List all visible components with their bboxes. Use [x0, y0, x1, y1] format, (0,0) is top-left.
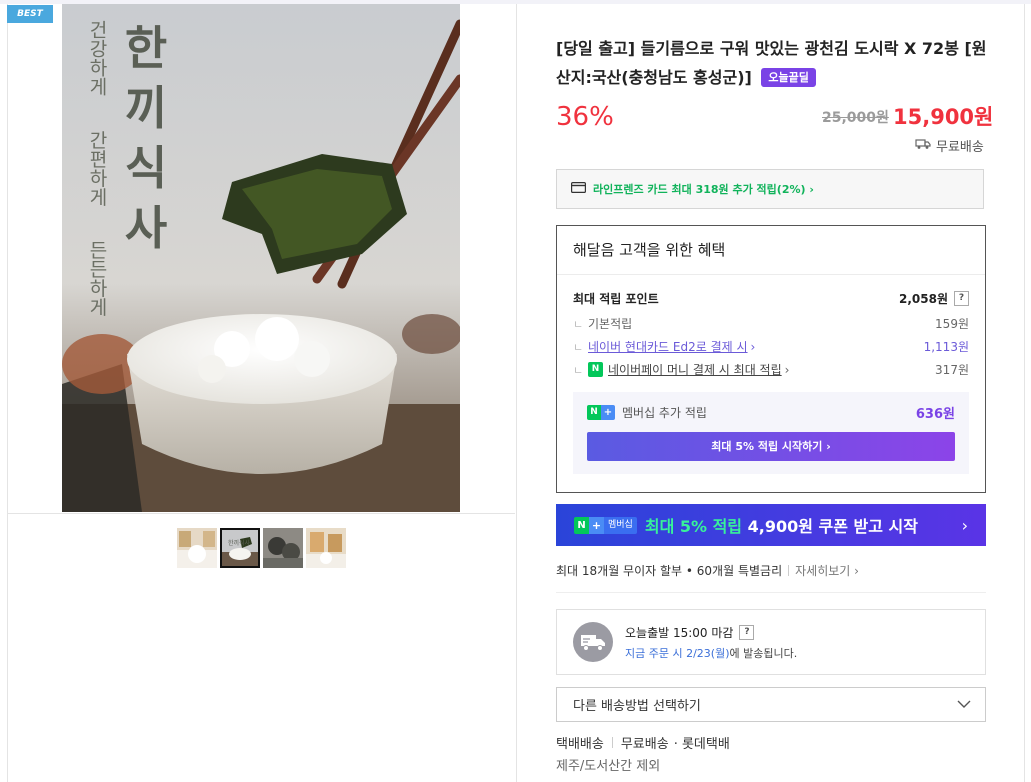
delivery-box: 오늘출발 15:00 마감 ? 지금 주문 시 2/23(월)에 발송됩니다. — [556, 609, 986, 675]
max-points-label: 최대 적립 포인트 — [573, 292, 659, 306]
thumb-2[interactable]: 한끼식사 — [220, 528, 260, 568]
card-promo-text: 라인프렌즈 카드 최대 318원 추가 적립(2%) › — [593, 183, 814, 196]
image-title-char: 식 — [124, 141, 168, 195]
image-sub-text: 간편하게 — [86, 130, 108, 207]
coupon-highlight: 최대 5% 적립 — [644, 517, 743, 536]
membership-box: N + 멤버십 추가 적립 636원 최대 5% 적립 시작하기 › — [573, 392, 969, 474]
card-points-value: 1,113원 — [923, 340, 969, 354]
sub-item-prefix: ㄴ — [573, 317, 584, 331]
benefit-panel: 해달음 고객을 위한 혜택 최대 적립 포인트 2,058원 ? ㄴ 기본적립 … — [556, 225, 986, 493]
membership-row: N + 멤버십 추가 적립 636원 — [587, 402, 955, 422]
gallery-divider — [7, 513, 515, 514]
shipping-fee-text: 무료배송 — [936, 140, 984, 155]
coupon-main: 4,900원 쿠폰 받고 시작 — [747, 517, 918, 536]
thumb-1[interactable] — [177, 528, 217, 568]
delivery-date: 지금 주문 시 2/23(월)에 발송됩니다. — [625, 645, 797, 661]
card-points-row: ㄴ 네이버 현대카드 Ed2로 결제 시 › 1,113원 — [573, 338, 969, 355]
basic-points-value: 159원 — [935, 317, 969, 331]
product-main-image[interactable]: 한 끼 식 사 건강하게 간편하게 든든하게 — [62, 4, 460, 512]
truck-icon — [915, 138, 931, 154]
coupon-tag-plus: + — [589, 516, 604, 534]
installment-more-link[interactable]: 자세히보기 › — [795, 562, 859, 579]
npay-points-value: 317원 — [935, 363, 969, 377]
basic-points-row: ㄴ 기본적립 159원 — [573, 315, 969, 332]
delivery-truck-icon — [573, 622, 613, 662]
shipping-method-label: 다른 배송방법 선택하기 — [573, 699, 701, 714]
thumb-3[interactable] — [263, 528, 303, 568]
hyundai-card-link[interactable]: 네이버 현대카드 Ed2로 결제 시 — [588, 338, 748, 355]
coupon-tag-member: 멤버십 — [604, 516, 637, 534]
shipping-carrier: · 롯데택배 — [673, 737, 730, 752]
naver-plus-plus: + — [601, 404, 615, 420]
image-sub-text: 건강하게 — [86, 20, 108, 96]
membership-start-button[interactable]: 최대 5% 적립 시작하기 › — [587, 432, 955, 461]
help-icon[interactable]: ? — [954, 291, 969, 306]
credit-card-icon — [571, 182, 587, 196]
coupon-tag-n: N — [574, 516, 589, 534]
membership-value: 636원 — [915, 406, 955, 422]
divider — [611, 737, 613, 748]
sale-price: 15,900원 — [893, 105, 994, 129]
best-badge: BEST — [7, 5, 53, 23]
installment-text: 최대 18개월 무이자 할부 • 60개월 특별금리 — [556, 564, 783, 578]
original-price: 25,000원 — [822, 110, 889, 126]
coupon-banner[interactable]: N + 멤버십 최대 5% 적립 4,900원 쿠폰 받고 시작 › — [556, 504, 986, 546]
shipping-fee-info: 무료배송 — [620, 737, 669, 752]
shipping-method: 택배배송 — [556, 737, 604, 752]
divider — [556, 592, 986, 593]
chevron-down-icon — [957, 697, 971, 712]
shipping-fee: 무료배송 — [915, 136, 984, 155]
naver-plus-icon: N + — [587, 404, 615, 420]
max-points-row: 최대 적립 포인트 2,058원 ? — [573, 290, 969, 307]
naver-plus-n: N — [587, 404, 601, 420]
image-title-char: 끼 — [124, 81, 168, 135]
max-points-value: 2,058원 — [899, 292, 948, 306]
delivery-cutoff-text: 오늘출발 15:00 마감 — [625, 626, 734, 640]
card-promo[interactable]: 라인프렌즈 카드 최대 318원 추가 적립(2%) › — [556, 169, 984, 209]
thumb-4[interactable] — [306, 528, 346, 568]
image-sub-text: 든든하게 — [86, 240, 108, 317]
thumb-2-text: 한끼식사 — [228, 539, 251, 547]
delivery-cutoff: 오늘출발 15:00 마감 ? — [625, 624, 755, 641]
help-icon[interactable]: ? — [739, 625, 755, 640]
shipping-exclusion: 제주/도서산간 제외 — [556, 759, 661, 774]
discount-rate: 36% — [556, 102, 614, 132]
delivery-date-rest: 에 발송됩니다. — [729, 647, 798, 660]
sub-item-prefix: ㄴ — [573, 340, 584, 354]
thumbnail-strip: 한끼식사 — [177, 528, 346, 568]
basic-points-label: 기본적립 — [588, 317, 633, 331]
chevron-right-icon: › — [961, 515, 968, 535]
npay-link[interactable]: 네이버페이 머니 결제 시 최대 적립 — [608, 361, 782, 378]
shipping-method-select[interactable]: 다른 배송방법 선택하기 — [556, 687, 986, 722]
npay-icon: N — [588, 362, 603, 377]
image-title-char: 사 — [124, 201, 168, 255]
installment-info: 최대 18개월 무이자 할부 • 60개월 특별금리 자세히보기 › — [556, 562, 859, 579]
naver-plus-membership-icon: N + 멤버십 — [574, 516, 637, 534]
divider — [788, 565, 790, 576]
delivery-date-highlight: 지금 주문 시 2/23(월) — [625, 647, 730, 660]
benefit-title: 해달음 고객을 위한 혜택 — [557, 226, 985, 275]
sub-item-prefix: ㄴ — [573, 363, 584, 377]
product-title: [당일 출고] 들기름으로 구워 맛있는 광천김 도시락 X 72봉 [원산지:… — [556, 34, 992, 92]
npay-points-row: ㄴ N 네이버페이 머니 결제 시 최대 적립 › 317원 — [573, 361, 969, 378]
chevron-right-icon: › — [750, 339, 756, 354]
image-title-char: 한 — [124, 21, 168, 75]
today-deal-badge: 오늘끝딜 — [761, 68, 816, 87]
coupon-text: 최대 5% 적립 4,900원 쿠폰 받고 시작 — [645, 513, 918, 537]
membership-label: 멤버십 추가 적립 — [622, 405, 707, 420]
shipping-info: 택배배송 무료배송 · 롯데택배 — [556, 733, 730, 752]
chevron-right-icon: › — [784, 362, 790, 377]
